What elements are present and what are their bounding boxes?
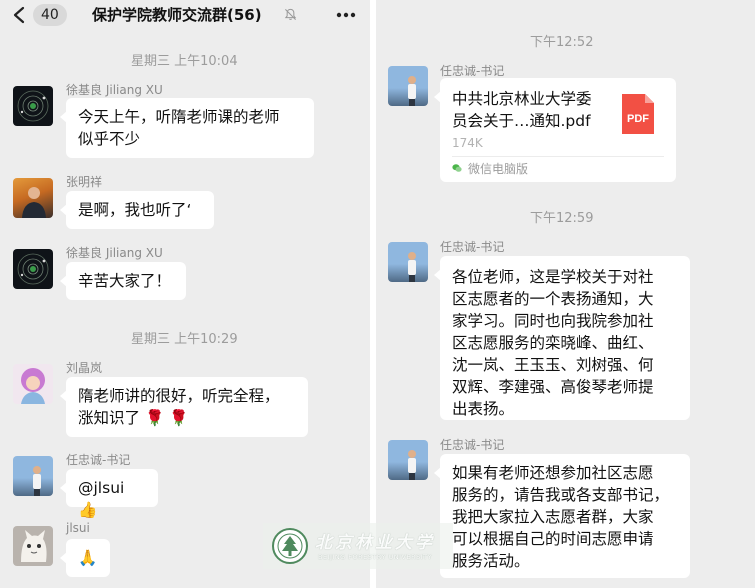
cartoon-avatar-art [21,368,45,404]
avatar[interactable] [13,526,53,566]
avatar[interactable] [13,178,53,218]
more-icon[interactable] [336,12,356,18]
university-watermark: 北京林业大学 BEIJING FORESTRY UNIVERSITY [263,523,453,569]
avatar[interactable] [13,249,53,289]
mute-bell-icon [284,8,297,20]
file-size: 174K [452,136,483,150]
message-line: 家学习。同时也向我院参加社 [452,312,654,330]
message-line: 区志愿服务的栾晓峰、曲红、 [452,334,654,352]
message-line: 沈一岚、王玉玉、刘树强、何 [452,356,654,374]
timestamp: 星期三 上午10:04 [131,54,238,69]
message-line: 涨知识了 🌹 🌹 [78,407,296,429]
message-bubble[interactable]: 今天上午，听隋老师课的老师 似乎不少 [60,98,314,158]
chat-header: 40 保护学院教师交流群(56) [0,0,370,30]
message-line: 出表扬。 [452,400,515,418]
message-line: 隋老师讲的很好，听完全程， [78,387,280,405]
person-avatar-art [22,187,46,218]
message-bubble[interactable]: 隋老师讲的很好，听完全程， 涨知识了 🌹 🌹 [60,377,308,437]
file-name-line: 中共北京林业大学委 [452,90,592,108]
timestamp: 下午12:59 [530,211,594,226]
avatar[interactable] [388,242,428,282]
message-line: 可以根据自己的时间志愿申请 [452,530,654,548]
message-bubble[interactable]: 🙏 [60,539,110,577]
sender-name: 张明祥 [66,175,103,189]
cat-avatar-art [21,530,47,562]
watermark-english-text: BEIJING FORESTRY UNIVERSITY [318,553,433,561]
message-bubble[interactable]: 辛苦大家了！ [60,262,186,300]
avatar[interactable] [13,456,53,496]
message-line: 我把大家拉入志愿者群，大家 [452,508,654,526]
message-line: 似乎不少 [78,130,141,148]
person-avatar-art [408,76,416,106]
avatar[interactable] [13,364,53,404]
wechat-icon [452,164,462,172]
message-line: 今天上午，听隋老师课的老师 [78,108,280,126]
chat-panel-right: 下午12:52 任忠诚-书记 中共北京林业大学委 员会关于…通知.pdf 174… [376,0,755,588]
message-bubble[interactable]: 各位老师，这是学校关于对社 区志愿者的一个表扬通知，大 家学习。同时也向我院参加… [434,256,690,420]
back-chevron-icon[interactable] [12,6,26,24]
message-line: 各位老师，这是学校关于对社 [452,268,654,286]
person-avatar-art [33,466,41,496]
person-avatar-art [408,252,416,282]
message-line-text: 涨知识了 [78,409,141,427]
mention-text: @jlsui [78,479,125,497]
watermark-script-text: 北京林业大学 [315,533,435,553]
file-message-card[interactable]: 中共北京林业大学委 员会关于…通知.pdf 174K PDF 微信电脑版 [434,78,676,182]
chat-title: 保护学院教师交流群(56) [92,6,262,24]
timestamp: 下午12:52 [530,35,594,50]
unread-count-badge[interactable]: 40 [33,4,67,26]
pdf-icon-label: PDF [627,113,649,125]
sender-name: 刘晶岚 [66,361,103,375]
sender-name: 任忠诚-书记 [440,64,505,78]
thumbs-up-emoji: 👍 [78,501,98,519]
message-text: 辛苦大家了！ [78,272,172,290]
message-line: 区志愿者的一个表扬通知，大 [452,290,654,308]
file-name: 中共北京林业大学委 员会关于…通知.pdf [452,88,612,132]
message-line: 双辉、李建强、高俊琴老师提 [452,378,654,396]
message-bubble[interactable]: @jlsui 👍 [60,469,158,519]
message-text: @jlsui 👍 [78,477,146,521]
avatar[interactable] [388,440,428,480]
sender-name: 任忠诚-书记 [66,453,131,467]
sender-name: 徐基良 Jiliang XU [66,83,163,97]
message-bubble[interactable]: 如果有老师还想参加社区志愿 服务的，请告我或各支部书记， 我把大家拉入志愿者群，… [434,454,690,578]
orbit-avatar-art [17,253,49,285]
university-seal-icon [272,528,308,564]
orbit-avatar-art [17,90,49,122]
person-avatar-art [408,450,416,480]
rose-emoji: 🌹 🌹 [144,409,189,427]
pray-emoji: 🙏 [78,549,98,567]
sender-name: jlsui [66,521,90,535]
file-name-line: 员会关于…通知.pdf [452,112,591,130]
timestamp: 星期三 上午10:29 [131,332,238,347]
pdf-icon: PDF [622,94,654,134]
message-text: 是啊，我也听了‘ [78,201,192,219]
divider [452,156,664,157]
file-source: 微信电脑版 [468,162,529,176]
sender-name: 任忠诚-书记 [440,438,505,452]
sender-name: 任忠诚-书记 [440,240,505,254]
sender-name: 徐基良 Jiliang XU [66,246,163,260]
avatar[interactable] [13,86,53,126]
chat-panel-left: 40 保护学院教师交流群(56) 星期三 上午10:04 徐基良 Jiliang… [0,0,370,588]
message-line: 如果有老师还想参加社区志愿 [452,464,654,482]
message-line: 服务的，请告我或各支部书记， [452,486,670,504]
message-bubble[interactable]: 是啊，我也听了‘ [60,191,214,229]
message-line: 服务活动。 [452,552,530,570]
avatar[interactable] [388,66,428,106]
